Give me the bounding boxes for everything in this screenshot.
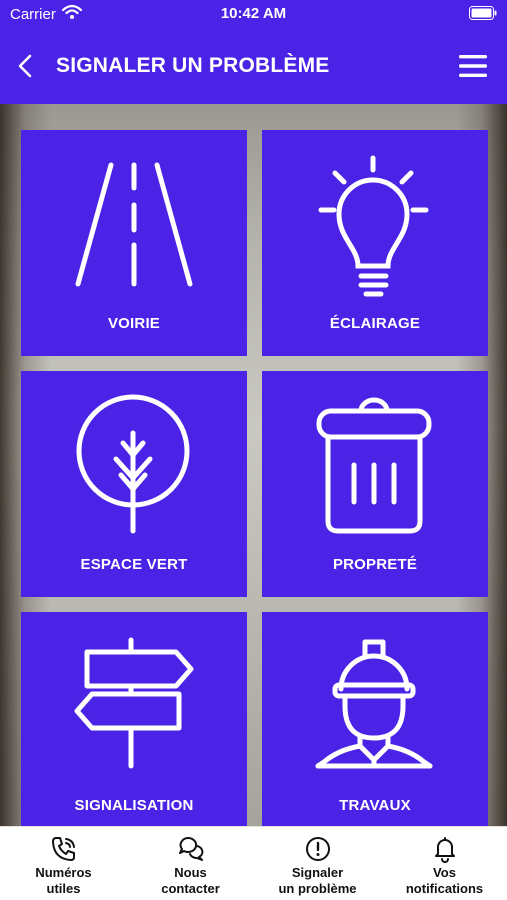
app-header: Carrier 10:42 AM SIGNALER UN PROBLÈME (0, 0, 507, 104)
bell-icon (435, 837, 455, 863)
status-bar: Carrier 10:42 AM (0, 0, 507, 28)
tile-label: PROPRETÉ (332, 556, 418, 573)
chevron-left-icon[interactable] (14, 53, 38, 79)
tab-label: Vos notifications (405, 865, 484, 896)
tab-nous-contacter[interactable]: Nous contacter (127, 827, 254, 900)
phone-icon (52, 837, 75, 861)
signpost-icon (74, 637, 194, 769)
tab-label: Numéros utiles (35, 865, 92, 896)
tile-label: SIGNALISATION (74, 797, 194, 814)
chat-bubbles-icon (179, 836, 204, 861)
tile-label: ÉCLAIRAGE (329, 315, 421, 332)
tile-signalisation[interactable]: SIGNALISATION (21, 612, 247, 826)
tab-bar: Numéros utiles Nous contacter Signaler un p… (0, 826, 507, 900)
battery-icon (469, 6, 497, 20)
tab-vos-notifications[interactable]: Vos notifications (381, 827, 507, 900)
construction-worker-icon (315, 639, 433, 769)
tab-signaler-un-probleme[interactable]: Signaler un problème (254, 827, 381, 900)
tile-label: ESPACE VERT (80, 556, 188, 573)
hamburger-menu-icon[interactable] (459, 54, 487, 78)
page-title: SIGNALER UN PROBLÈME (56, 54, 330, 77)
tile-voirie[interactable]: VOIRIE (21, 130, 247, 356)
tab-numeros-utiles[interactable]: Numéros utiles (0, 827, 127, 900)
tile-label: VOIRIE (107, 315, 161, 332)
tile-proprete[interactable]: PROPRETÉ (262, 371, 488, 597)
tile-eclairage[interactable]: ÉCLAIRAGE (262, 130, 488, 356)
status-time: 10:42 AM (220, 5, 287, 22)
tile-label: TRAVAUX (339, 797, 411, 814)
tile-travaux[interactable]: TRAVAUX (262, 612, 488, 826)
tab-label: Nous contacter (161, 865, 220, 896)
category-grid: VOIRIE ÉCLAIRAGE ESPACE VERT PROPRETÉ SI… (0, 104, 507, 826)
alert-circle-icon (306, 837, 330, 861)
tab-label: Signaler un problème (278, 865, 357, 896)
navigation-bar: SIGNALER UN PROBLÈME (0, 40, 507, 92)
tile-espace-vert[interactable]: ESPACE VERT (21, 371, 247, 597)
